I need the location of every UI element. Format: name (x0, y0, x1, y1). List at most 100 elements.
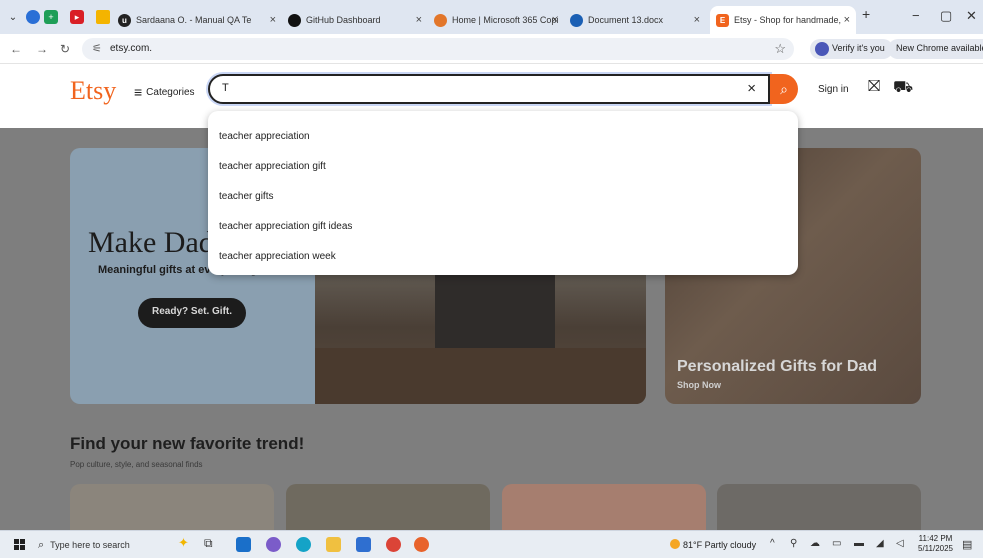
gift-icon[interactable]: ⛝ (868, 78, 880, 96)
search-button[interactable]: ⌕ (770, 74, 798, 104)
taskbar-search-placeholder: Type here to search (50, 540, 130, 550)
edge-icon[interactable] (296, 537, 311, 552)
profile-avatar-icon (815, 42, 829, 56)
verify-profile-button[interactable]: Verify it's you (810, 39, 893, 59)
tray-app-icon[interactable]: ⚲ (790, 538, 797, 549)
tab-close-icon[interactable]: × (270, 14, 276, 26)
weather-widget[interactable]: 81°F Partly cloudy (670, 539, 756, 550)
tab-close-icon[interactable]: × (694, 14, 700, 26)
windows-taskbar: ⌕ Type here to search ✦ ⧉ 81°F Partly cl… (0, 530, 983, 558)
maximize-button[interactable]: ▢ (940, 8, 952, 24)
reload-icon[interactable]: ↻ (60, 42, 70, 56)
hero-photo-table (315, 348, 646, 404)
tab-label: GitHub Dashboard (306, 15, 381, 25)
notification-icon[interactable]: ▤ (962, 538, 972, 551)
trend-section-title: Find your new favorite trend! (70, 434, 305, 453)
new-chrome-available-button[interactable]: New Chrome available ⋮ (888, 39, 983, 59)
sign-in-link[interactable]: Sign in (818, 84, 849, 95)
chrome-icon[interactable] (386, 537, 401, 552)
sparkle-icon[interactable]: ✦ (178, 535, 193, 550)
shop-now-link[interactable]: Shop Now (677, 380, 721, 390)
tab-label: Etsy - Shop for handmade, (734, 15, 842, 25)
search-icon: ⌕ (38, 538, 45, 551)
browser-tab-strip: ⌄ + ▸ u Sardaana O. - Manual QA Te × Git… (0, 0, 983, 34)
close-window-button[interactable]: ✕ (966, 8, 977, 24)
trend-card[interactable] (70, 484, 274, 530)
new-chrome-label: New Chrome available (896, 43, 983, 53)
tray-battery-icon[interactable]: ▬ (854, 538, 864, 549)
etsy-logo[interactable]: Etsy (70, 76, 116, 106)
pinned-tab-sheets-icon[interactable]: + (44, 10, 58, 24)
clock-time: 11:42 PM (918, 534, 953, 543)
task-view-icon[interactable]: ⧉ (204, 536, 219, 551)
etsy-favicon-icon: E (716, 13, 729, 27)
tab-label: Sardaana O. - Manual QA Te (136, 15, 252, 25)
suggestion-item[interactable]: teacher appreciation week (208, 241, 798, 271)
copilot-icon[interactable] (266, 537, 281, 552)
tray-volume-icon[interactable]: ◁ (896, 538, 904, 549)
new-tab-button[interactable]: + (862, 6, 870, 22)
clear-search-icon[interactable]: × (747, 80, 756, 97)
tab-close-icon[interactable]: × (552, 14, 558, 26)
trend-card[interactable] (717, 484, 921, 530)
outlook-icon[interactable] (236, 537, 251, 552)
minimize-button[interactable]: − (912, 8, 920, 23)
file-explorer-icon[interactable] (326, 537, 341, 552)
search-suggestions-dropdown: teacher appreciation teacher appreciatio… (208, 111, 798, 275)
taskbar-search[interactable]: ⌕ Type here to search (38, 536, 168, 554)
search-icon: ⌕ (780, 80, 788, 97)
tab-microsoft-365[interactable]: Home | Microsoft 365 Copi × (428, 6, 564, 34)
firefox-icon[interactable] (414, 537, 429, 552)
tab-label: Home | Microsoft 365 Copi (452, 15, 559, 25)
hero-title: Make Dad (88, 226, 214, 259)
tray-chevron-icon[interactable]: ^ (770, 538, 775, 549)
pinned-tab-cloud-icon[interactable] (26, 10, 40, 24)
hamburger-menu-icon: ≡ (134, 84, 143, 100)
trend-card[interactable] (286, 484, 490, 530)
trend-section-subtitle: Pop culture, style, and seasonal finds (70, 460, 203, 469)
search-input[interactable]: T × (208, 74, 770, 104)
tab-close-icon[interactable]: × (416, 14, 422, 26)
url-text[interactable]: etsy.com. (110, 43, 152, 54)
personalized-gifts-title: Personalized Gifts for Dad (677, 358, 878, 375)
github-favicon-icon (288, 13, 301, 27)
suggestion-item[interactable]: teacher appreciation gift ideas (208, 211, 798, 241)
forward-arrow-icon[interactable]: → (36, 42, 48, 56)
hero-cta-button[interactable]: Ready? Set. Gift. (138, 298, 247, 328)
upwork-favicon-icon: u (118, 13, 131, 27)
categories-button[interactable]: ≡ Categories (134, 84, 195, 100)
tab-github-dashboard[interactable]: GitHub Dashboard × (282, 6, 428, 34)
tray-network-icon[interactable]: ◢ (876, 538, 884, 549)
address-bar[interactable]: ⚟ etsy.com. ☆ (82, 38, 794, 60)
suggestion-item[interactable]: teacher gifts (208, 181, 798, 211)
categories-label: Categories (146, 86, 195, 98)
tab-close-icon[interactable]: × (844, 14, 850, 26)
trend-card[interactable] (502, 484, 706, 530)
bookmark-star-icon[interactable]: ☆ (774, 41, 786, 57)
suggestion-item[interactable]: teacher appreciation gift (208, 151, 798, 181)
tab-upwork-profile[interactable]: u Sardaana O. - Manual QA Te × (112, 6, 282, 34)
copilot-favicon-icon (434, 13, 447, 27)
site-settings-icon[interactable]: ⚟ (92, 42, 102, 55)
windows-start-icon[interactable] (14, 539, 25, 550)
cart-icon[interactable]: ⛟ (893, 78, 913, 98)
tab-etsy[interactable]: E Etsy - Shop for handmade, × (710, 6, 856, 34)
tray-cloud-icon[interactable]: ☁ (810, 538, 820, 549)
tab-search-icon[interactable]: ⌄ (6, 10, 20, 24)
tab-label: Document 13.docx (588, 15, 664, 25)
weather-text: 81°F Partly cloudy (683, 540, 757, 550)
pinned-tab-youtube-icon[interactable]: ▸ (70, 10, 84, 24)
pinned-tab-drive-icon[interactable] (96, 10, 110, 24)
store-icon[interactable] (356, 537, 371, 552)
tab-document-13[interactable]: Document 13.docx × (564, 6, 706, 34)
search-input-value: T (222, 82, 229, 94)
suggestion-item[interactable]: teacher appreciation (208, 121, 798, 151)
tray-monitor-icon[interactable]: ▭ (832, 538, 841, 549)
weather-sun-icon (670, 539, 680, 549)
taskbar-clock[interactable]: 11:42 PM 5/11/2025 (918, 534, 953, 554)
verify-label: Verify it's you (832, 43, 885, 53)
back-arrow-icon[interactable]: ← (10, 42, 22, 56)
onedrive-favicon-icon (570, 13, 583, 27)
clock-date: 5/11/2025 (918, 544, 953, 553)
browser-toolbar: ← → ↻ ⚟ etsy.com. ☆ Verify it's you New … (0, 34, 983, 64)
